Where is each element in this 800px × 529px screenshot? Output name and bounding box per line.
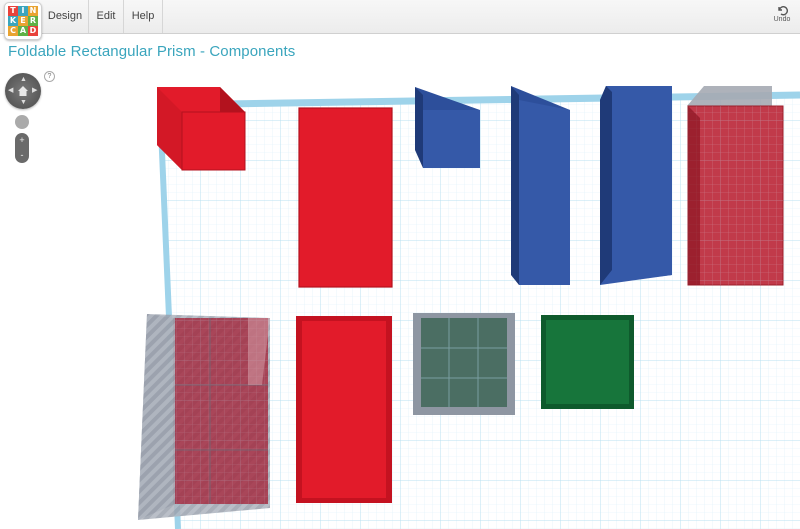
red-flat-box[interactable] (296, 316, 392, 503)
zoom-out-button[interactable]: - (15, 148, 29, 163)
logo-letter: K (8, 16, 18, 26)
red-box-with-hole[interactable] (687, 86, 784, 286)
fit-view-button[interactable] (15, 115, 29, 129)
zoom-in-button[interactable]: + (15, 133, 29, 148)
logo-letter: C (8, 26, 18, 36)
logo-letter: R (28, 16, 38, 26)
undo-label: Undo (773, 16, 791, 23)
view-help-button[interactable]: ? (44, 71, 55, 82)
blue-panel-right[interactable] (600, 86, 672, 285)
undo-icon (778, 6, 788, 16)
tinkercad-logo[interactable]: T I N K E R C A D (4, 2, 42, 40)
top-menu-bar: Design Edit Help Undo (0, 0, 800, 34)
hole-square[interactable] (413, 313, 515, 415)
logo-letter: N (28, 6, 38, 16)
menu-edit[interactable]: Edit (89, 0, 124, 33)
arrow-down-icon[interactable]: ▼ (20, 99, 27, 106)
home-icon[interactable] (16, 84, 30, 98)
red-tall-box[interactable] (298, 107, 393, 288)
large-hole-group[interactable] (138, 314, 270, 520)
logo-letter: D (28, 26, 38, 36)
arrow-up-icon[interactable]: ▲ (20, 76, 27, 83)
logo-letter: I (18, 6, 28, 16)
red-cube[interactable] (157, 87, 246, 171)
workplane-scene[interactable] (0, 0, 800, 529)
view-navigation-ring[interactable]: ▲ ▼ ◀ ▶ (5, 73, 41, 109)
logo-letter: A (18, 26, 28, 36)
logo-letter: T (8, 6, 18, 16)
undo-button[interactable]: Undo (770, 4, 794, 23)
project-title: Foldable Rectangular Prism - Components (8, 43, 296, 60)
arrow-left-icon[interactable]: ◀ (8, 87, 13, 94)
menu-help[interactable]: Help (124, 0, 163, 33)
arrow-right-icon[interactable]: ▶ (32, 87, 37, 94)
green-square[interactable] (541, 315, 634, 409)
blue-panel-middle[interactable] (511, 86, 570, 285)
logo-letter: E (18, 16, 28, 26)
menu-design[interactable]: Design (42, 0, 89, 33)
zoom-control: + - (15, 133, 29, 163)
